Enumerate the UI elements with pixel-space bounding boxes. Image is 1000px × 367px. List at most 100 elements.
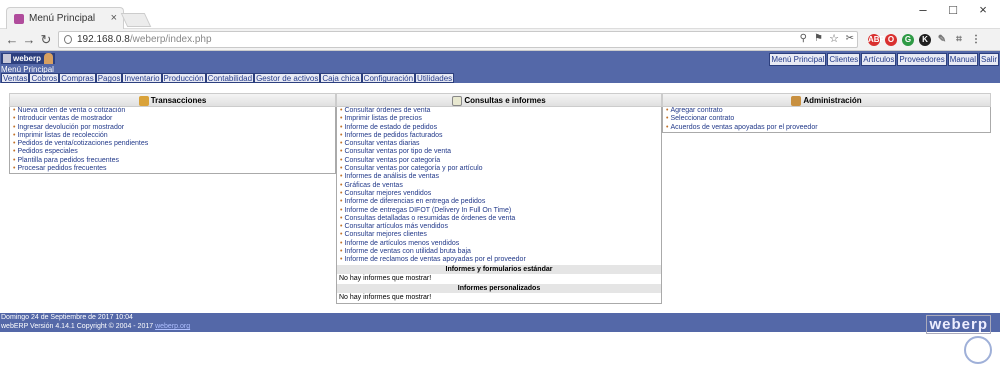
menu-link-label[interactable]: Informes de pedidos facturados	[344, 132, 442, 139]
tab-utilidades[interactable]: Utilidades	[415, 73, 455, 83]
link-menu-principal[interactable]: Menú Principal	[769, 53, 827, 66]
menu-link[interactable]: • Imprimir listas de recolección	[10, 132, 335, 140]
reload-icon[interactable]: ↻	[39, 32, 53, 48]
tab-caja-chica[interactable]: Caja chica	[320, 73, 362, 83]
tab-compras[interactable]: Compras	[59, 73, 96, 83]
menu-link[interactable]: • Informe de estado de pedidos	[337, 124, 661, 132]
menu-link[interactable]: • Consultar mejores vendidos	[337, 190, 661, 198]
menu-link[interactable]: • Consultar ventas por categoría	[337, 157, 661, 165]
menu-link-label[interactable]: Seleccionar contrato	[670, 115, 734, 122]
new-tab-button[interactable]	[120, 13, 152, 27]
menu-link[interactable]: • Introducir ventas de mostrador	[10, 115, 335, 123]
menu-link[interactable]: • Informe de artículos menos vendidos	[337, 240, 661, 248]
menu-link[interactable]: • Consultar mejores clientes	[337, 231, 661, 239]
adblock-icon[interactable]: ABP	[868, 34, 885, 46]
menu-link[interactable]: • Plantilla para pedidos frecuentes	[10, 157, 335, 165]
opera-icon[interactable]: O	[885, 34, 897, 46]
menu-link-label[interactable]: Imprimir listas de recolección	[17, 132, 107, 139]
menu-link-label[interactable]: Informe de artículos menos vendidos	[344, 240, 459, 247]
link-manual[interactable]: Manual	[947, 53, 978, 66]
maximize-icon[interactable]: □	[938, 2, 968, 17]
search-icon[interactable]: ⚲	[800, 33, 807, 44]
close-tab-icon[interactable]: ×	[111, 12, 117, 24]
minimize-icon[interactable]: –	[908, 2, 938, 17]
menu-link-label[interactable]: Gráficas de ventas	[344, 182, 402, 189]
menu-link[interactable]: • Pedidos de venta/cotizaciones pendiente…	[10, 140, 335, 148]
menu-link-label[interactable]: Pedidos de venta/cotizaciones pendientes	[17, 140, 148, 147]
menu-link-label[interactable]: Consultar mejores vendidos	[344, 190, 431, 197]
menu-link[interactable]: • Ingresar devolución por mostrador	[10, 124, 335, 132]
menu-link-label[interactable]: Informe de diferencias en entrega de ped…	[344, 198, 485, 205]
forward-icon[interactable]: →	[22, 32, 36, 47]
menu-link-label[interactable]: Procesar pedidos frecuentes	[17, 165, 106, 172]
menu-link-label[interactable]: Informe de estado de pedidos	[344, 124, 437, 131]
menu-link-label[interactable]: Consultar ventas por categoría	[344, 157, 440, 164]
menu-link-label[interactable]: Acuerdos de ventas apoyadas por el prove…	[670, 124, 817, 131]
user-icon[interactable]: K	[919, 34, 931, 46]
translate-icon[interactable]: ✂	[846, 33, 854, 44]
menu-link-label[interactable]: Agregar contrato	[670, 107, 722, 114]
menu-link-label[interactable]: Pedidos especiales	[17, 148, 77, 155]
menu-link-label[interactable]: Consultar ventas por categoría y por art…	[344, 165, 482, 172]
info-icon[interactable]	[64, 35, 72, 44]
menu-link[interactable]: • Consultar artículos más vendidos	[337, 223, 661, 231]
browser-tab[interactable]: Menú Principal ×	[6, 7, 124, 29]
menu-link[interactable]: • Imprimir listas de precios	[337, 115, 661, 123]
pen-icon[interactable]: ✎	[936, 34, 948, 46]
menu-link[interactable]: • Informes de análisis de ventas	[337, 173, 661, 181]
menu-link[interactable]: • Consultar ventas por tipo de venta	[337, 148, 661, 156]
menu-link[interactable]: • Gráficas de ventas	[337, 182, 661, 190]
menu-link-label[interactable]: Introducir ventas de mostrador	[17, 115, 112, 122]
menu-link[interactable]: • Consultar ventas por categoría y por ar…	[337, 165, 661, 173]
menu-link[interactable]: • Consultar ventas diarias	[337, 140, 661, 148]
menu-link[interactable]: • Pedidos especiales	[10, 148, 335, 156]
tab-gestor-activos[interactable]: Gestor de activos	[254, 73, 321, 83]
link-salir[interactable]: Salir	[978, 53, 999, 66]
menu-icon[interactable]: ⋮	[970, 34, 982, 46]
address-input[interactable]: 192.168.0.8/weberp/index.php ⚲ ⚑ ☆ ✂	[58, 31, 858, 48]
menu-link-label[interactable]: Informe de ventas con utilidad bruta baj…	[344, 248, 470, 255]
link-proveedores[interactable]: Proveedores	[897, 53, 947, 66]
menu-link[interactable]: • Consultas detalladas o resumidas de órd…	[337, 215, 661, 223]
menu-link[interactable]: • Informe de reclamos de ventas apoyadas …	[337, 256, 661, 264]
menu-link-label[interactable]: Ingresar devolución por mostrador	[17, 124, 124, 131]
tab-inventario[interactable]: Inventario	[122, 73, 162, 83]
tab-cobros[interactable]: Cobros	[29, 73, 60, 83]
menu-link[interactable]: • Informe de ventas con utilidad bruta ba…	[337, 248, 661, 256]
bookmark-star-icon[interactable]: ☆	[829, 32, 839, 45]
menu-link[interactable]: • Nueva orden de venta o cotización	[10, 107, 335, 115]
close-window-icon[interactable]: ×	[968, 2, 998, 17]
pin-icon[interactable]: ⚑	[814, 33, 823, 44]
menu-link[interactable]: • Informe de entregas DIFOT (Delivery In …	[337, 207, 661, 215]
tab-contabilidad[interactable]: Contabilidad	[205, 73, 255, 83]
menu-link-label[interactable]: Informe de entregas DIFOT (Delivery In F…	[344, 207, 511, 214]
back-icon[interactable]: ←	[5, 32, 19, 47]
menu-link[interactable]: • Informe de diferencias en entrega de pe…	[337, 198, 661, 206]
tab-configuracion[interactable]: Configuración	[361, 73, 416, 83]
menu-link-label[interactable]: Consultar órdenes de venta	[344, 107, 430, 114]
menu-link-label[interactable]: Consultas detalladas o resumidas de órde…	[344, 215, 515, 222]
menu-link-label[interactable]: Plantilla para pedidos frecuentes	[17, 157, 119, 164]
menu-link-label[interactable]: Consultar artículos más vendidos	[344, 223, 448, 230]
menu-link-label[interactable]: Consultar ventas diarias	[344, 140, 419, 147]
menu-link-label[interactable]: Consultar mejores clientes	[344, 231, 426, 238]
weberp-link[interactable]: weberp.org	[155, 323, 190, 330]
menu-link[interactable]: • Acuerdos de ventas apoyadas por el prov…	[663, 124, 990, 132]
menu-link-label[interactable]: Imprimir listas de precios	[344, 115, 421, 122]
menu-link[interactable]: • Agregar contrato	[663, 107, 990, 115]
menu-link-label[interactable]: Consultar ventas por tipo de venta	[344, 148, 451, 155]
tab-ventas[interactable]: Ventas	[1, 73, 30, 83]
tab-produccion[interactable]: Producción	[161, 73, 206, 83]
link-clientes[interactable]: Clientes	[827, 53, 861, 66]
crop-icon[interactable]: ⌗	[953, 34, 965, 46]
menu-link-label[interactable]: Nueva orden de venta o cotización	[17, 107, 125, 114]
tab-pagos[interactable]: Pagos	[95, 73, 123, 83]
menu-link[interactable]: • Seleccionar contrato	[663, 115, 990, 123]
menu-link-label[interactable]: Informes de análisis de ventas	[344, 173, 439, 180]
link-articulos[interactable]: Artículos	[861, 53, 897, 66]
grammar-icon[interactable]: G	[902, 34, 914, 46]
menu-link[interactable]: • Procesar pedidos frecuentes	[10, 165, 335, 173]
menu-link[interactable]: • Informes de pedidos facturados	[337, 132, 661, 140]
menu-link[interactable]: • Consultar órdenes de venta	[337, 107, 661, 115]
menu-link-label[interactable]: Informe de reclamos de ventas apoyadas p…	[344, 256, 525, 263]
